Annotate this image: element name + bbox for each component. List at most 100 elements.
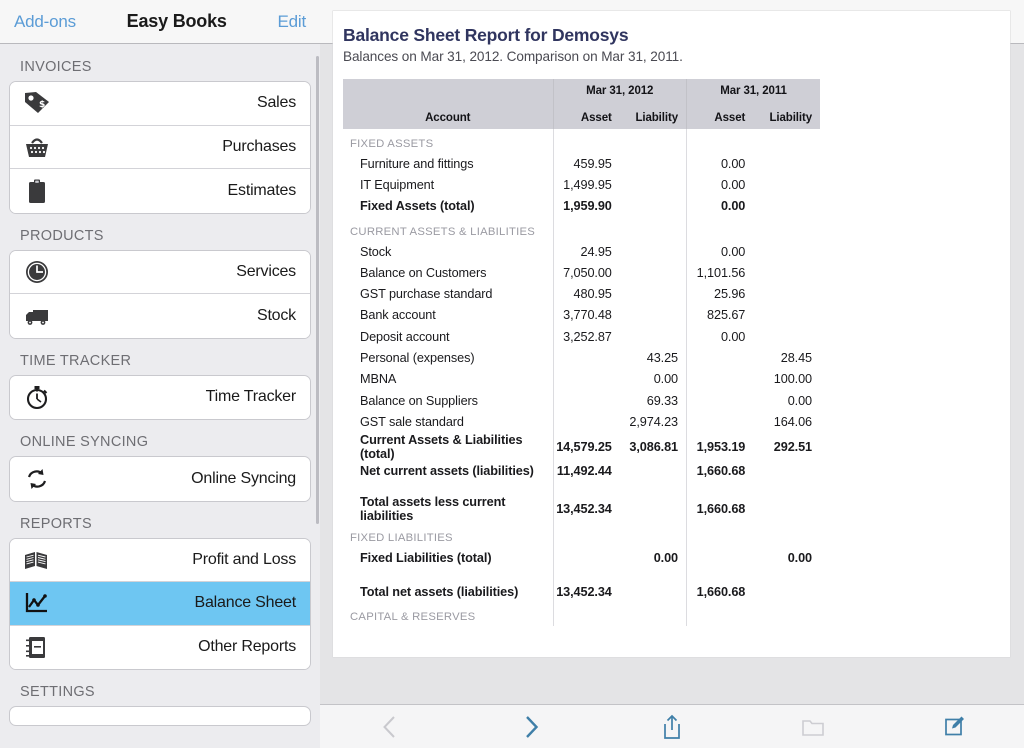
- cell-liability-2012: 69.33: [620, 390, 687, 411]
- cell-asset-2011: 1,660.68: [687, 581, 754, 602]
- cell-liability-2012: 3,086.81: [620, 433, 687, 461]
- line-chart-icon: [23, 588, 57, 618]
- report-subtitle: Balances on Mar 31, 2012. Comparison on …: [343, 49, 1010, 64]
- sidebar-item-label: Stock: [257, 307, 296, 325]
- sidebar-item-balance-sheet[interactable]: Balance Sheet: [10, 582, 310, 626]
- compose-button[interactable]: [883, 705, 1024, 748]
- column-header-liability-2: Liability: [753, 103, 820, 129]
- sidebar-group-products: Services Stock: [9, 250, 311, 339]
- forward-button[interactable]: [461, 705, 602, 748]
- sidebar-item-sales[interactable]: $ Sales: [10, 82, 310, 126]
- sidebar-item-label: Services: [236, 263, 296, 281]
- account-label: Net current assets (liabilities): [343, 461, 553, 482]
- account-label: MBNA: [343, 369, 553, 390]
- column-header-asset-2: Asset: [687, 103, 754, 129]
- account-label: Fixed Liabilities (total): [343, 547, 553, 568]
- cell-liability-2012: [620, 196, 687, 217]
- section-header-settings: SETTINGS: [0, 670, 320, 706]
- cell-liability-2011: [753, 153, 820, 174]
- table-row: Personal (expenses)43.2528.45: [343, 347, 820, 368]
- table-group-header-row: FIXED ASSETS: [343, 129, 820, 153]
- table-row: Bank account3,770.48825.67: [343, 305, 820, 326]
- cell-asset-2012: 11,492.44: [553, 461, 620, 482]
- table-spacer-row: [343, 568, 820, 581]
- cell-liability-2012: [620, 495, 687, 523]
- cell-liability-2012: [620, 241, 687, 262]
- sidebar-group-reports: Profit and Loss Balance Sheet: [9, 538, 311, 671]
- sidebar-item-other-reports[interactable]: Other Reports: [10, 626, 310, 670]
- cell-asset-2011: [687, 369, 754, 390]
- share-button[interactable]: [602, 705, 743, 748]
- table-row: GST purchase standard480.9525.96: [343, 283, 820, 304]
- column-header-liability-1: Liability: [620, 103, 687, 129]
- cell-asset-2012: [553, 411, 620, 432]
- sidebar-item-label: Estimates: [228, 182, 296, 200]
- sidebar-item-services[interactable]: Services: [10, 251, 310, 295]
- table-row: Net current assets (liabilities)11,492.4…: [343, 461, 820, 482]
- table-group-header-row: FIXED LIABILITIES: [343, 523, 820, 547]
- cell-asset-2012: 3,770.48: [553, 305, 620, 326]
- account-label: IT Equipment: [343, 174, 553, 195]
- cell-asset-2011: [687, 347, 754, 368]
- section-header-online-syncing: ONLINE SYNCING: [0, 420, 320, 456]
- cell-asset-2011: 25.96: [687, 283, 754, 304]
- sidebar-item-time-tracker[interactable]: Time Tracker: [10, 376, 310, 420]
- cell-liability-2012: [620, 262, 687, 283]
- report-title: Balance Sheet Report for Demosys: [343, 25, 1010, 46]
- sidebar-item-stock[interactable]: Stock: [10, 294, 310, 338]
- account-label: Balance on Customers: [343, 262, 553, 283]
- account-label: Balance on Suppliers: [343, 390, 553, 411]
- account-label: GST purchase standard: [343, 283, 553, 304]
- sidebar-scrollbar[interactable]: [316, 56, 319, 524]
- cell-liability-2011: 292.51: [753, 433, 820, 461]
- bottom-toolbar: [320, 704, 1024, 748]
- account-label: Total assets less current liabilities: [343, 495, 553, 523]
- cell-asset-2012: 459.95: [553, 153, 620, 174]
- account-label: Total net assets (liabilities): [343, 581, 553, 602]
- cell-liability-2012: 0.00: [620, 547, 687, 568]
- cell-asset-2012: 14,579.25: [553, 433, 620, 461]
- table-row: Fixed Liabilities (total)0.000.00: [343, 547, 820, 568]
- folder-button[interactable]: [742, 705, 883, 748]
- price-tags-icon: $: [23, 88, 57, 118]
- share-upload-icon: [660, 713, 684, 741]
- group-header-label: FIXED ASSETS: [343, 129, 553, 153]
- sidebar-item-online-syncing[interactable]: Online Syncing: [10, 457, 310, 501]
- back-button[interactable]: [320, 705, 461, 748]
- cell-asset-2011: 1,660.68: [687, 461, 754, 482]
- cell-liability-2011: [753, 262, 820, 283]
- sidebar-scroll-area[interactable]: INVOICES $ Sales: [0, 45, 320, 748]
- cell-asset-2012: 3,252.87: [553, 326, 620, 347]
- table-row: Balance on Suppliers69.330.00: [343, 390, 820, 411]
- sidebar-item-label: Profit and Loss: [192, 551, 296, 569]
- sidebar-item-profit-and-loss[interactable]: Profit and Loss: [10, 539, 310, 583]
- account-label: Bank account: [343, 305, 553, 326]
- shopping-basket-icon: [23, 132, 57, 162]
- clock-icon: [23, 257, 57, 287]
- cell-asset-2012: 1,499.95: [553, 174, 620, 195]
- cell-liability-2012: 43.25: [620, 347, 687, 368]
- cell-asset-2012: 13,452.34: [553, 495, 620, 523]
- cell-asset-2011: 1,101.56: [687, 262, 754, 283]
- cell-asset-2012: 7,050.00: [553, 262, 620, 283]
- edit-button[interactable]: Edit: [277, 12, 306, 32]
- compose-pencil-icon: [941, 713, 967, 741]
- cell-asset-2011: [687, 390, 754, 411]
- clipboard-icon: [23, 176, 57, 206]
- addons-button[interactable]: Add-ons: [14, 12, 76, 32]
- report-paper: Balance Sheet Report for Demosys Balance…: [333, 11, 1010, 657]
- app-title: Easy Books: [127, 11, 227, 32]
- app-root: Add-ons Easy Books Edit INVOICES $: [0, 0, 1024, 748]
- sidebar-item-estimates[interactable]: Estimates: [10, 169, 310, 213]
- sidebar-item-label: Sales: [257, 94, 296, 112]
- chevron-right-icon: [520, 713, 542, 741]
- column-header-account: Account: [343, 103, 553, 129]
- sidebar-item-label: Time Tracker: [206, 388, 296, 406]
- table-row: GST sale standard2,974.23164.06: [343, 411, 820, 432]
- sidebar-item-label: Balance Sheet: [195, 594, 296, 612]
- sidebar-item-purchases[interactable]: Purchases: [10, 126, 310, 170]
- table-period-row: Mar 31, 2012 Mar 31, 2011: [343, 79, 820, 103]
- cell-liability-2012: [620, 283, 687, 304]
- period-header-2: Mar 31, 2011: [687, 79, 821, 103]
- cell-liability-2011: 164.06: [753, 411, 820, 432]
